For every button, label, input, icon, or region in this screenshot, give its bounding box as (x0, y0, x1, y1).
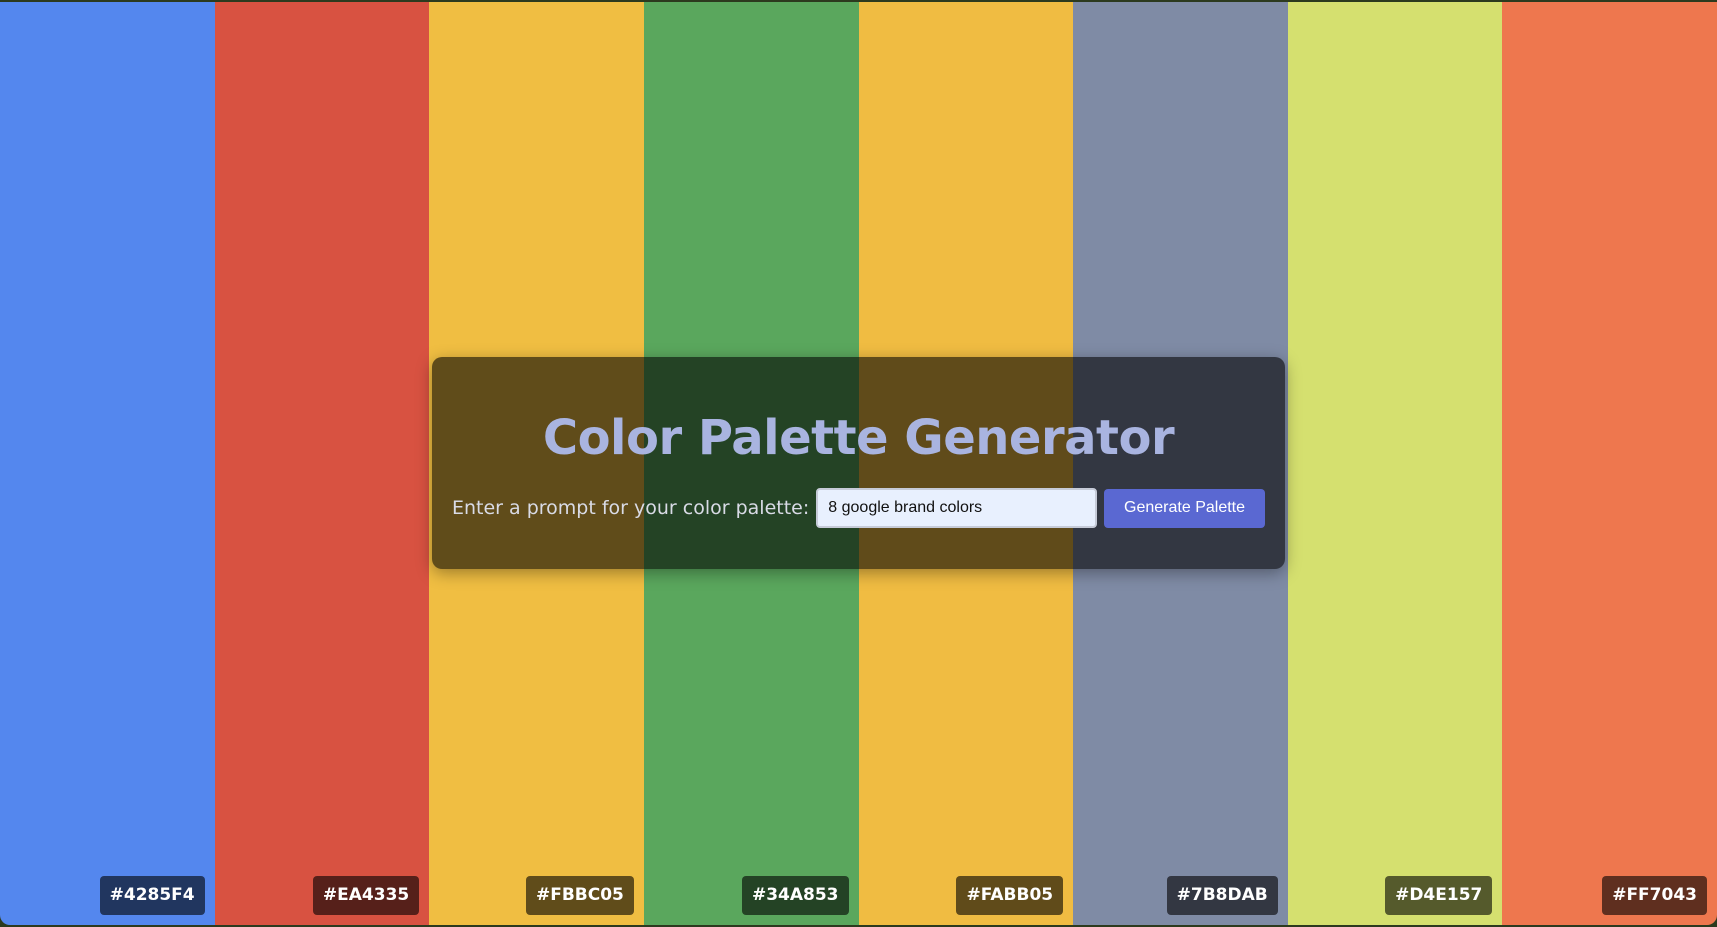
generate-palette-button[interactable]: Generate Palette (1104, 488, 1265, 528)
prompt-input[interactable] (816, 488, 1098, 528)
page-title: Color Palette Generator (542, 410, 1175, 466)
hex-code-label[interactable]: #34A853 (741, 876, 849, 915)
hex-code-label[interactable]: #FBBC05 (525, 876, 634, 915)
app-root: #4285F4 #EA4335 #FBBC05 #34A853 #FABB05 … (0, 0, 1717, 927)
prompt-form: Enter a prompt for your color palette: G… (452, 488, 1265, 528)
hex-code-label[interactable]: #FABB05 (956, 876, 1064, 915)
generator-panel: Color Palette Generator Enter a prompt f… (432, 357, 1285, 569)
color-swatch-7[interactable]: #D4E157 (1287, 2, 1503, 925)
prompt-label: Enter a prompt for your color palette: (452, 497, 810, 519)
hex-code-label[interactable]: #D4E157 (1385, 876, 1493, 915)
hex-code-label[interactable]: #7B8DAB (1166, 876, 1278, 915)
hex-code-label[interactable]: #EA4335 (312, 876, 420, 915)
color-swatch-2[interactable]: #EA4335 (214, 2, 430, 925)
hex-code-label[interactable]: #4285F4 (99, 876, 205, 915)
hex-code-label[interactable]: #FF7043 (1602, 876, 1707, 915)
color-swatch-1[interactable]: #4285F4 (0, 2, 215, 925)
color-swatch-8[interactable]: #FF7043 (1502, 2, 1717, 925)
